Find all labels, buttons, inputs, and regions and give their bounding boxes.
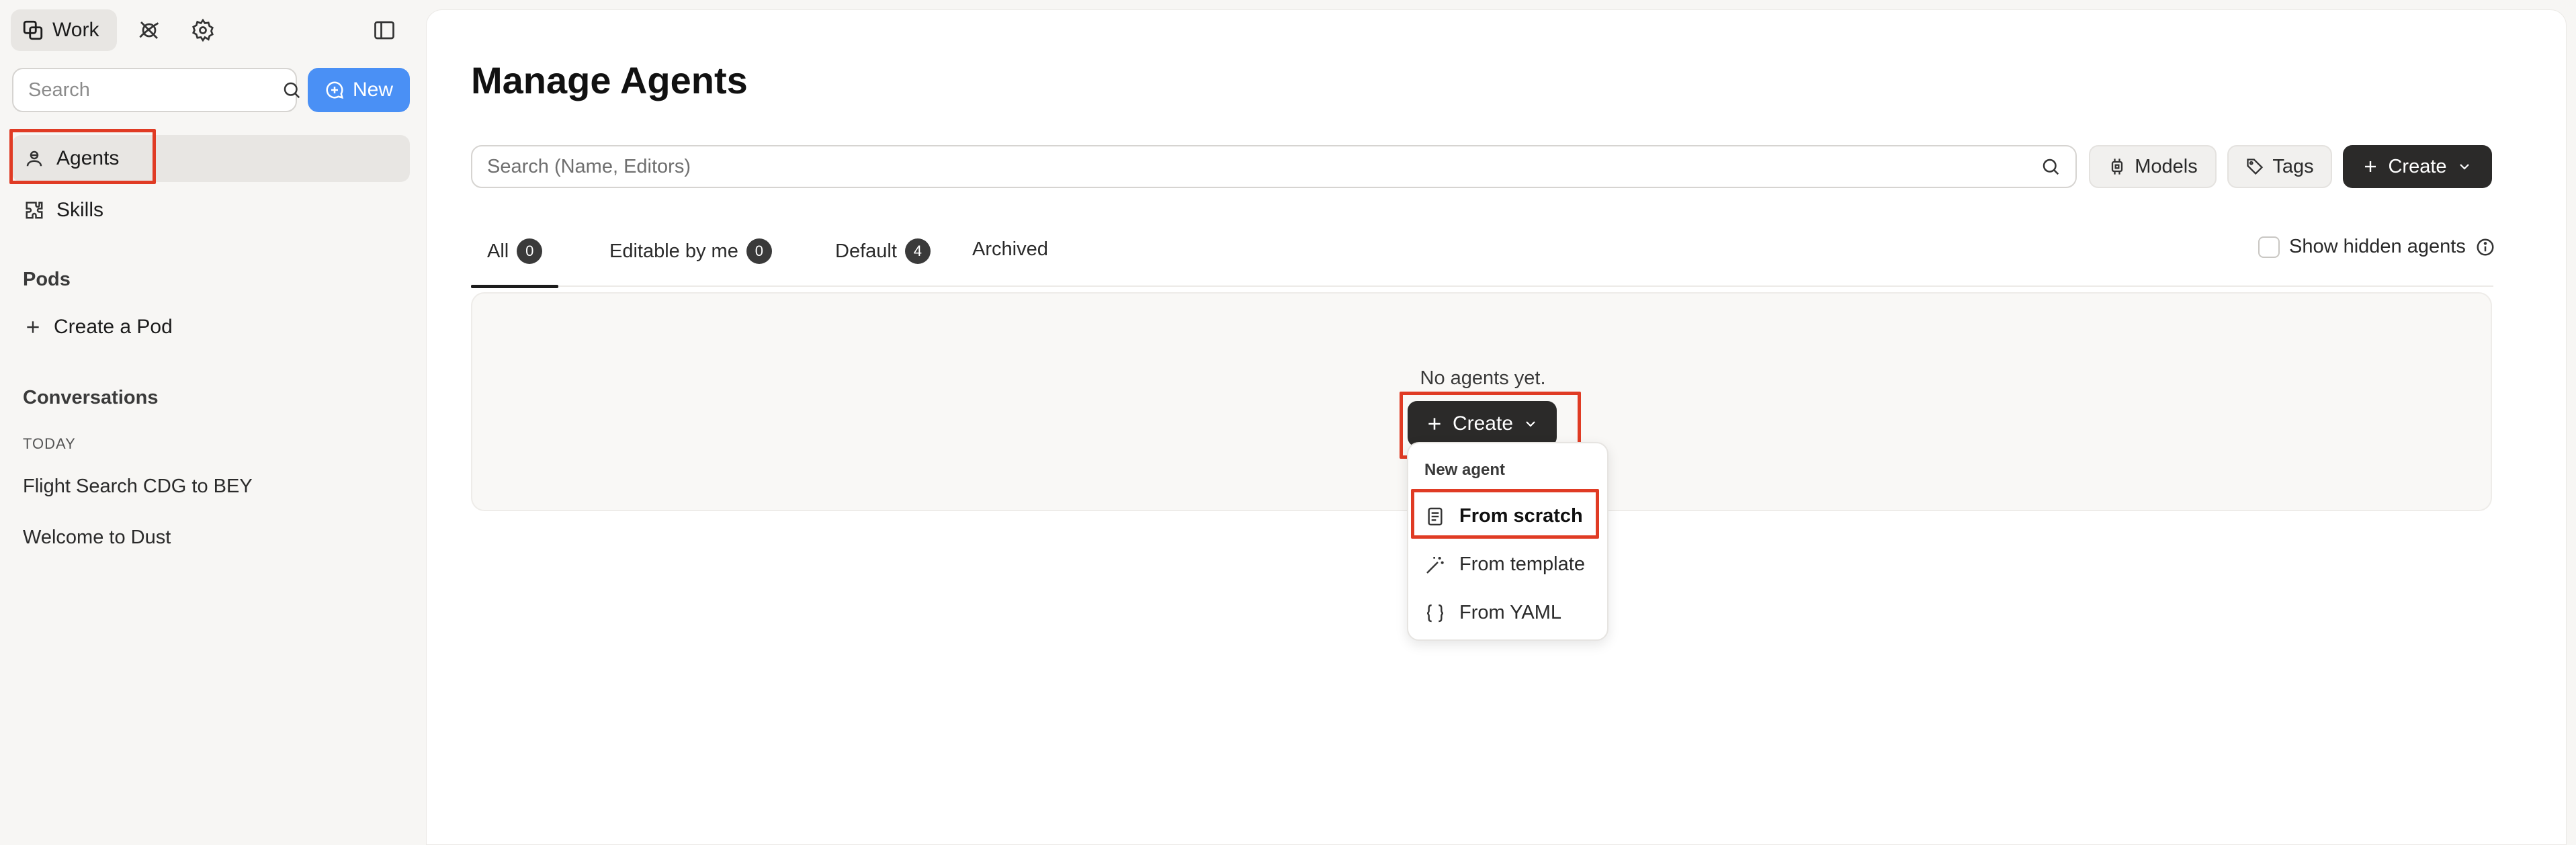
tag-icon [2245,157,2264,176]
menu-item-from-scratch[interactable]: From scratch [1424,505,1583,527]
menu-header: New agent [1424,461,1506,479]
document-icon [1424,506,1446,527]
plus-icon [24,318,42,336]
info-icon[interactable] [2475,237,2495,257]
braces-icon [1424,603,1446,624]
search-icon[interactable] [282,80,302,100]
sidebar-item-label: Skills [56,199,104,221]
search-icon[interactable] [2041,157,2061,177]
new-conversation-button[interactable]: New [308,68,410,112]
conversations-title: Conversations [23,387,159,408]
menu-item-label: From template [1459,553,1585,575]
new-agent-menu: New agent From scratch From template Fro… [1407,442,1608,641]
tab-label: All [487,240,509,262]
plus-icon [2362,159,2378,175]
show-hidden-checkbox[interactable] [2258,236,2280,258]
create-agent-button[interactable]: Create [2343,145,2492,188]
workspace-label: Work [52,19,99,41]
chat-plus-icon [325,80,345,100]
tab-all[interactable]: All 0 [471,238,559,288]
conversations-group-label: TODAY [23,435,76,452]
sidebar-item-label: Agents [56,147,120,169]
tab-default[interactable]: Default 4 [835,238,931,264]
create-pod-button[interactable]: Create a Pod [12,304,410,351]
tab-label: Editable by me [609,240,738,262]
show-hidden-label: Show hidden agents [2289,236,2466,257]
sidebar-search [12,68,300,112]
chip-icon [2108,157,2127,176]
create-label: Create [2388,155,2447,177]
tags-label: Tags [2272,155,2314,177]
work-icon [22,19,44,42]
menu-item-from-yaml[interactable]: From YAML [1424,602,1561,624]
tab-count-badge: 4 [904,238,931,264]
plus-icon [1426,415,1443,433]
sidebar-topbar: Work [11,9,414,51]
tab-editable-by-me[interactable]: Editable by me 0 [609,238,772,264]
sidebar: Work Search New Agents Skills Pods Creat… [0,0,423,845]
tags-button[interactable]: Tags [2227,145,2332,188]
show-hidden-agents-toggle[interactable]: Show hidden agents [2258,236,2495,258]
agent-icon [24,148,44,169]
page-title: Manage Agents [471,59,748,101]
tab-count-badge: 0 [746,238,772,264]
menu-item-label: From YAML [1459,602,1562,623]
conversation-item[interactable]: Welcome to Dust [23,527,171,549]
planet-icon[interactable] [137,18,161,42]
tab-label: Default [835,240,897,262]
create-label: Create [1452,412,1514,435]
sidebar-search-input[interactable] [28,79,282,101]
chevron-down-icon [2456,159,2473,175]
sidebar-item-agents[interactable]: Agents [12,135,410,182]
chevron-down-icon [1522,416,1539,432]
main-panel: Manage Agents Models Tags [426,9,2567,845]
pods-title: Pods [23,269,71,290]
sidebar-toggle-icon[interactable] [372,18,396,42]
conversation-item[interactable]: Flight Search CDG to BEY [23,476,253,498]
models-button[interactable]: Models [2089,145,2217,188]
tab-count-badge: 0 [517,238,543,264]
puzzle-icon [24,200,44,220]
new-button-label: New [352,79,393,101]
create-pod-label: Create a Pod [54,316,173,338]
gear-icon[interactable] [191,18,215,42]
sidebar-item-skills[interactable]: Skills [12,187,410,234]
tab-label: Archived [972,238,1048,260]
empty-state-message: No agents yet. [1420,367,1546,389]
workspace-button[interactable]: Work [11,9,117,51]
models-label: Models [2135,155,2198,177]
agent-tabs: All 0 Editable by me 0 Default 4 Archive… [471,225,2493,288]
create-agent-button-empty[interactable]: Create [1408,401,1557,447]
agent-search [471,145,2077,188]
menu-item-label: From scratch [1459,505,1583,527]
tab-archived[interactable]: Archived [972,238,1048,261]
menu-item-from-template[interactable]: From template [1424,553,1585,576]
agent-search-input[interactable] [487,155,2041,178]
magic-wand-icon [1424,554,1446,576]
